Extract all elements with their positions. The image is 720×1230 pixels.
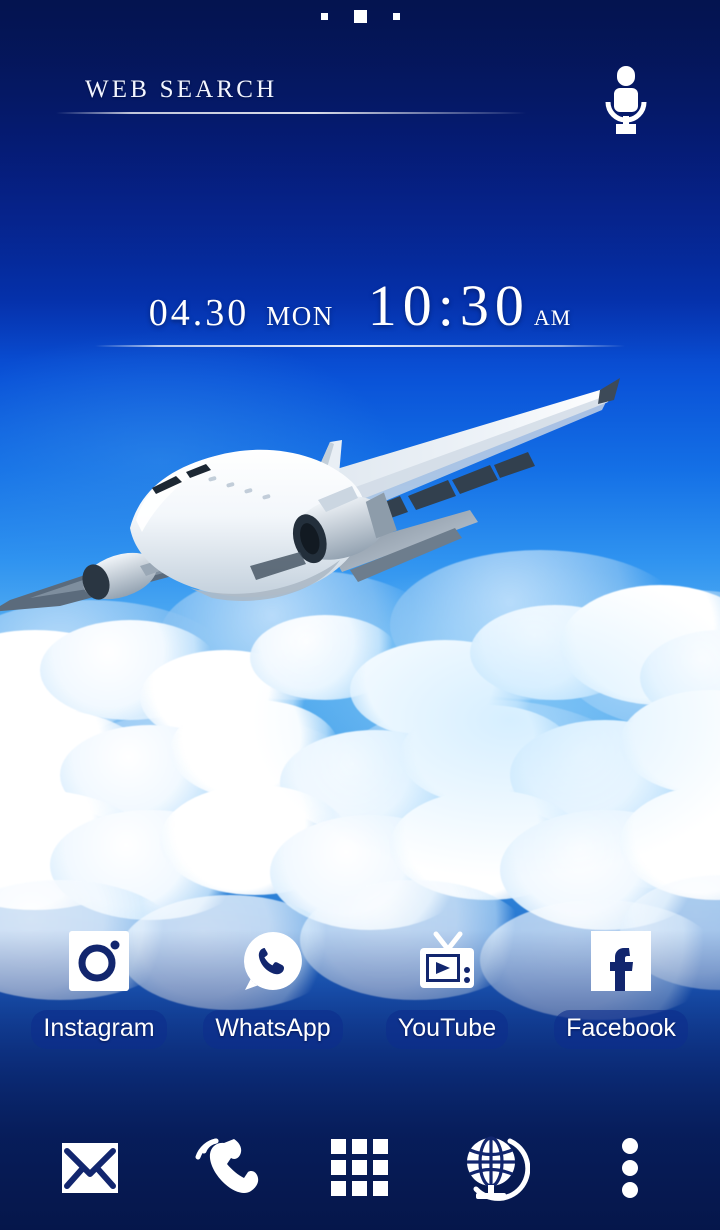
app-drawer-grid-icon[interactable] [327, 1135, 393, 1206]
overflow-menu-icon[interactable] [618, 1137, 642, 1204]
microphone-icon[interactable] [600, 64, 652, 136]
search-underline [56, 112, 526, 114]
app-shortcut-row: Instagram WhatsApp YouTube Facebook [0, 928, 720, 1049]
facebook-icon[interactable] [588, 928, 654, 994]
clock-time: 10:30 [367, 273, 530, 338]
app-shortcut-youtube[interactable]: YouTube [372, 928, 522, 1049]
whatsapp-icon[interactable] [240, 928, 306, 994]
clock-meridiem: AM [533, 305, 572, 330]
web-search-bar[interactable]: WEB SEARCH [56, 76, 526, 114]
dock-item-more[interactable] [590, 1132, 670, 1208]
app-shortcut-whatsapp[interactable]: WhatsApp [198, 928, 348, 1049]
page-dot-1[interactable] [320, 13, 328, 20]
app-shortcut-instagram[interactable]: Instagram [24, 928, 174, 1049]
dock [0, 1124, 720, 1216]
web-search-label[interactable]: WEB SEARCH [56, 76, 526, 104]
mail-envelope-icon[interactable] [57, 1140, 123, 1201]
clock-weekday: MON [266, 301, 334, 331]
phone-handset-icon[interactable] [190, 1135, 260, 1206]
youtube-tv-icon[interactable] [414, 928, 480, 994]
app-label-facebook: Facebook [554, 1010, 688, 1049]
globe-icon[interactable] [460, 1133, 531, 1208]
instagram-icon[interactable] [66, 928, 132, 994]
clock-underline [95, 345, 625, 347]
app-shortcut-facebook[interactable]: Facebook [546, 928, 696, 1049]
dock-item-mail[interactable] [50, 1132, 130, 1208]
dock-item-phone[interactable] [185, 1132, 265, 1208]
dock-item-apps[interactable] [320, 1132, 400, 1208]
home-screen: WEB SEARCH 04.30 MON 10:30 AM Instagram … [0, 0, 720, 1230]
clock-date: 04.30 [148, 292, 250, 334]
page-dot-3[interactable] [392, 13, 400, 20]
page-dot-2-active[interactable] [353, 10, 367, 23]
clock-widget[interactable]: 04.30 MON 10:30 AM [95, 272, 625, 347]
page-indicator[interactable] [0, 10, 720, 23]
dock-item-browser[interactable] [455, 1132, 535, 1208]
app-label-whatsapp: WhatsApp [203, 1010, 343, 1049]
airplane-illustration [0, 360, 640, 620]
app-label-youtube: YouTube [385, 1010, 509, 1049]
app-label-instagram: Instagram [31, 1010, 167, 1049]
